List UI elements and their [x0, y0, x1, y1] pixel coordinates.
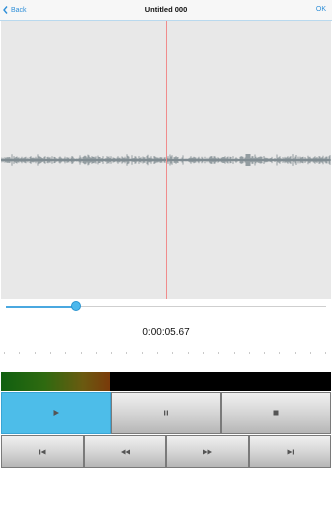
timeline-tick: [95, 352, 97, 354]
play-icon: [53, 410, 59, 416]
time-display: 0:00:05.67: [142, 327, 190, 338]
skip-to-end-button[interactable]: [249, 435, 331, 468]
skip-forward-icon: [287, 449, 294, 454]
timeline-tick: [187, 352, 189, 354]
timeline-tick: [202, 352, 204, 354]
rewind-button[interactable]: [84, 435, 166, 468]
timeline-tick: [172, 352, 174, 354]
playhead-line: [166, 21, 167, 299]
fast-forward-icon: [203, 449, 212, 454]
timeline-tick: [141, 352, 143, 354]
play-button[interactable]: [1, 392, 111, 434]
skip-back-icon: [39, 449, 46, 454]
timeline-tick: [264, 352, 266, 354]
timeline-tick: [49, 352, 51, 354]
timeline-tick: [34, 352, 36, 354]
stop-button[interactable]: [221, 392, 331, 434]
nav-bar: Back Untitled 000 OK: [0, 0, 332, 21]
timeline-tick: [157, 352, 158, 354]
timeline-tick: [4, 352, 5, 354]
pause-button[interactable]: [111, 392, 221, 434]
timeline-ticks: [4, 352, 328, 356]
timeline-tick: [233, 352, 235, 354]
timeline-tick: [218, 352, 220, 354]
ok-button[interactable]: OK: [316, 6, 326, 13]
timeline-tick: [248, 352, 250, 354]
timeline-tick: [310, 352, 311, 354]
timeline-tick: [80, 352, 82, 354]
page-title: Untitled 000: [144, 5, 188, 14]
timeline-tick: [111, 352, 113, 354]
rewind-icon: [120, 449, 130, 454]
pause-icon: [164, 410, 168, 416]
stop-icon: [273, 410, 279, 416]
timeline-tick: [294, 352, 296, 354]
timeline-tick: [65, 352, 67, 354]
timeline-tick: [279, 352, 281, 354]
fast-forward-button[interactable]: [166, 435, 249, 468]
timeline-tick: [19, 352, 21, 354]
timeline-tick: [325, 352, 327, 354]
timeline-tick: [126, 352, 128, 354]
level-meter: [1, 372, 331, 391]
waveform-view[interactable]: [1, 21, 331, 299]
level-meter-fill: [1, 372, 110, 391]
slider-fill: [6, 306, 77, 308]
skip-to-start-button[interactable]: [1, 435, 84, 468]
position-slider[interactable]: [6, 300, 326, 314]
slider-thumb[interactable]: [71, 301, 82, 311]
